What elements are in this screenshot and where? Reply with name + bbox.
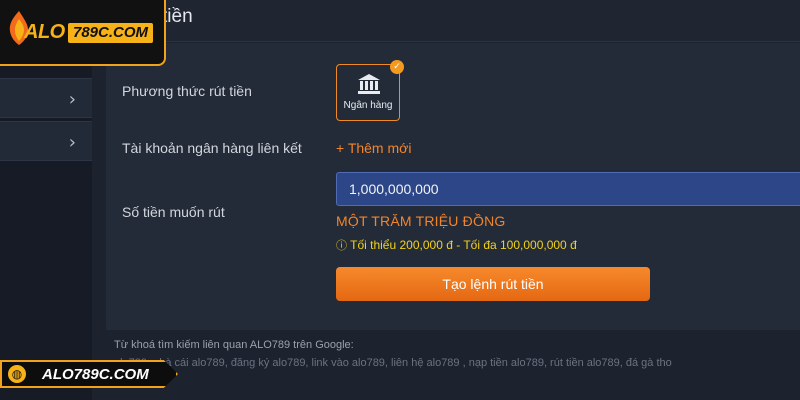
method-label: Phương thức rút tiền: [122, 83, 252, 99]
amount-in-words: MỘT TRĂM TRIỆU ĐỒNG: [336, 213, 506, 229]
bank-method-label: Ngân hàng: [343, 100, 393, 111]
logo-brand-domain: 789C.COM: [68, 23, 154, 43]
footer: Từ khoá tìm kiếm liên quan ALO789 trên G…: [106, 330, 800, 400]
sidebar-item-2[interactable]: ›: [0, 121, 92, 161]
create-withdraw-button[interactable]: Tạo lệnh rút tiền: [336, 267, 650, 301]
limit-note: ⓘ Tối thiểu 200,000 đ - Tối đa 100,000,0…: [336, 237, 577, 253]
amount-input[interactable]: [336, 172, 800, 206]
page-header: tiền: [92, 0, 800, 42]
site-url-badge: ◍ ALO789C.COM: [0, 360, 184, 388]
add-new-link[interactable]: + Thêm mới: [336, 140, 411, 156]
bank-icon: [358, 74, 380, 94]
page-title: tiền: [162, 6, 193, 27]
bank-method-option[interactable]: ✓ Ngân hàng: [336, 60, 404, 121]
chevron-right-icon: ›: [68, 132, 76, 153]
site-url: ALO789C.COM: [42, 366, 149, 383]
check-icon: ✓: [390, 60, 404, 74]
info-icon: ⓘ: [336, 239, 347, 252]
keywords-title: Từ khoá tìm kiếm liên quan ALO789 trên G…: [114, 339, 354, 351]
globe-icon: ◍: [8, 365, 26, 383]
limit-text: Tối thiểu 200,000 đ - Tối đa 100,000,000…: [350, 238, 577, 252]
logo-brand: ALO: [24, 21, 65, 43]
keywords-list: alo789, nhà cái alo789, đăng ký alo789, …: [114, 357, 672, 369]
chevron-right-icon: ›: [68, 89, 76, 110]
sidebar-item-1[interactable]: ›: [0, 78, 92, 118]
amount-label: Số tiền muốn rút: [122, 204, 225, 220]
linked-account-label: Tài khoản ngân hàng liên kết: [122, 140, 302, 156]
alo789-logo: ALO 789C.COM: [0, 0, 166, 66]
